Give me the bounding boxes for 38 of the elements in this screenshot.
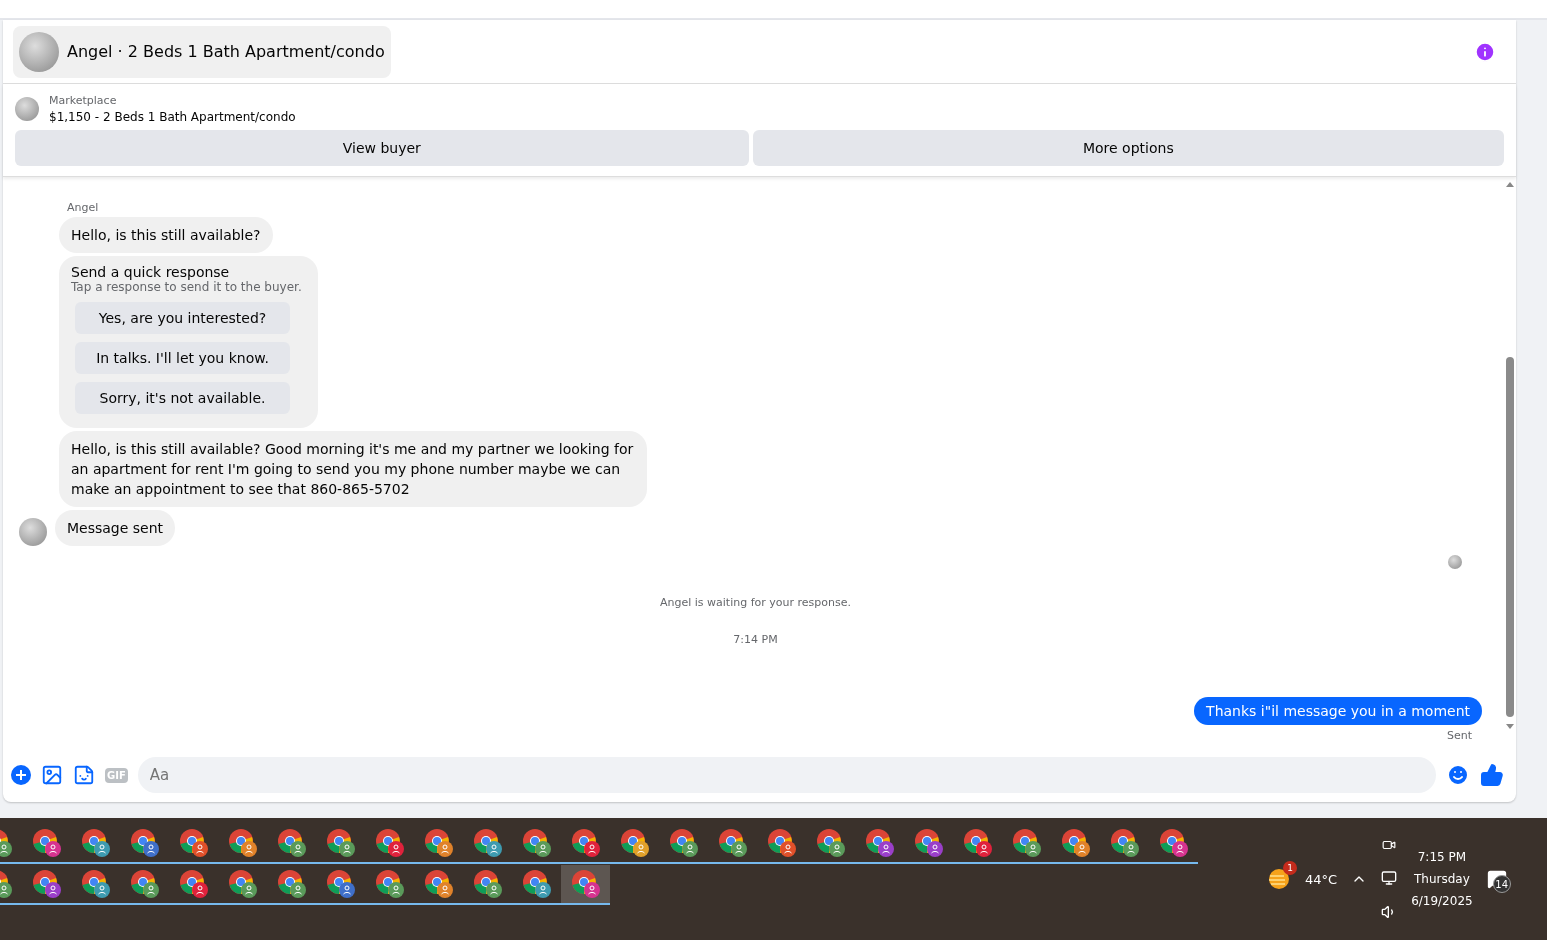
message-bubble: Hello, is this still available? Good morning it's me and my partner we looking for an apartment for rent I'm going to send you my phone number maybe we can make an appointment to see that 860-865-5702: [59, 431, 647, 507]
timestamp: 7:14 PM: [732, 633, 779, 646]
listing-thumbnail: [15, 97, 39, 121]
camera-icon[interactable]: [1382, 838, 1397, 852]
network-icon[interactable]: [1381, 870, 1398, 886]
scrollbar-drawing[interactable]: [1505, 181, 1515, 731]
temperature: 44°C: [1305, 871, 1338, 887]
image-icon[interactable]: [41, 764, 63, 786]
clock-date[interactable]: 6/19/2025: [1411, 894, 1473, 908]
listing-source: Marketplace: [49, 94, 118, 107]
action-button[interactable]: View buyer: [15, 130, 749, 166]
quick-reply-button[interactable]: Sorry, it's not available.: [75, 382, 290, 414]
quick-reply-button[interactable]: In talks. I'll let you know.: [75, 342, 290, 374]
clock-day[interactable]: Thursday: [1414, 872, 1470, 886]
message-bubble: Hello, is this still available?: [59, 217, 273, 253]
seen-avatar: [1448, 555, 1462, 569]
waiting-notice: Angel is waiting for your response.: [659, 596, 852, 609]
listing-thumbnail: [19, 31, 59, 72]
card-subtitle: Tap a response to send it to the buyer.: [71, 280, 302, 294]
message-input[interactable]: Aa: [137, 757, 1436, 793]
action-button[interactable]: More options: [752, 130, 1504, 166]
plus-icon[interactable]: [11, 765, 31, 785]
sticker-icon[interactable]: [73, 764, 95, 786]
taskbar-button[interactable]: [561, 865, 610, 905]
delivery-status: Sent: [1446, 729, 1472, 742]
message-bubble: Message sent: [55, 510, 176, 546]
card-title: Send a quick response: [71, 264, 231, 280]
emoji-icon[interactable]: [1446, 763, 1470, 787]
message-bubble: Thanks i"il message you in a moment: [1194, 697, 1482, 725]
listing-title: $1,150 - 2 Beds 1 Bath Apartment/condo: [49, 110, 296, 124]
like-icon[interactable]: [1480, 763, 1504, 787]
weather-badge: 1: [1283, 861, 1297, 875]
quick-reply-button[interactable]: Yes, are you interested?: [75, 302, 290, 334]
sender-name: Angel: [67, 201, 100, 214]
clock-time[interactable]: 7:15 PM: [1417, 850, 1467, 864]
chat-title: Angel · 2 Beds 1 Bath Apartment/condo: [67, 42, 385, 61]
avatar: [19, 518, 47, 546]
info-icon[interactable]: [1474, 40, 1496, 63]
